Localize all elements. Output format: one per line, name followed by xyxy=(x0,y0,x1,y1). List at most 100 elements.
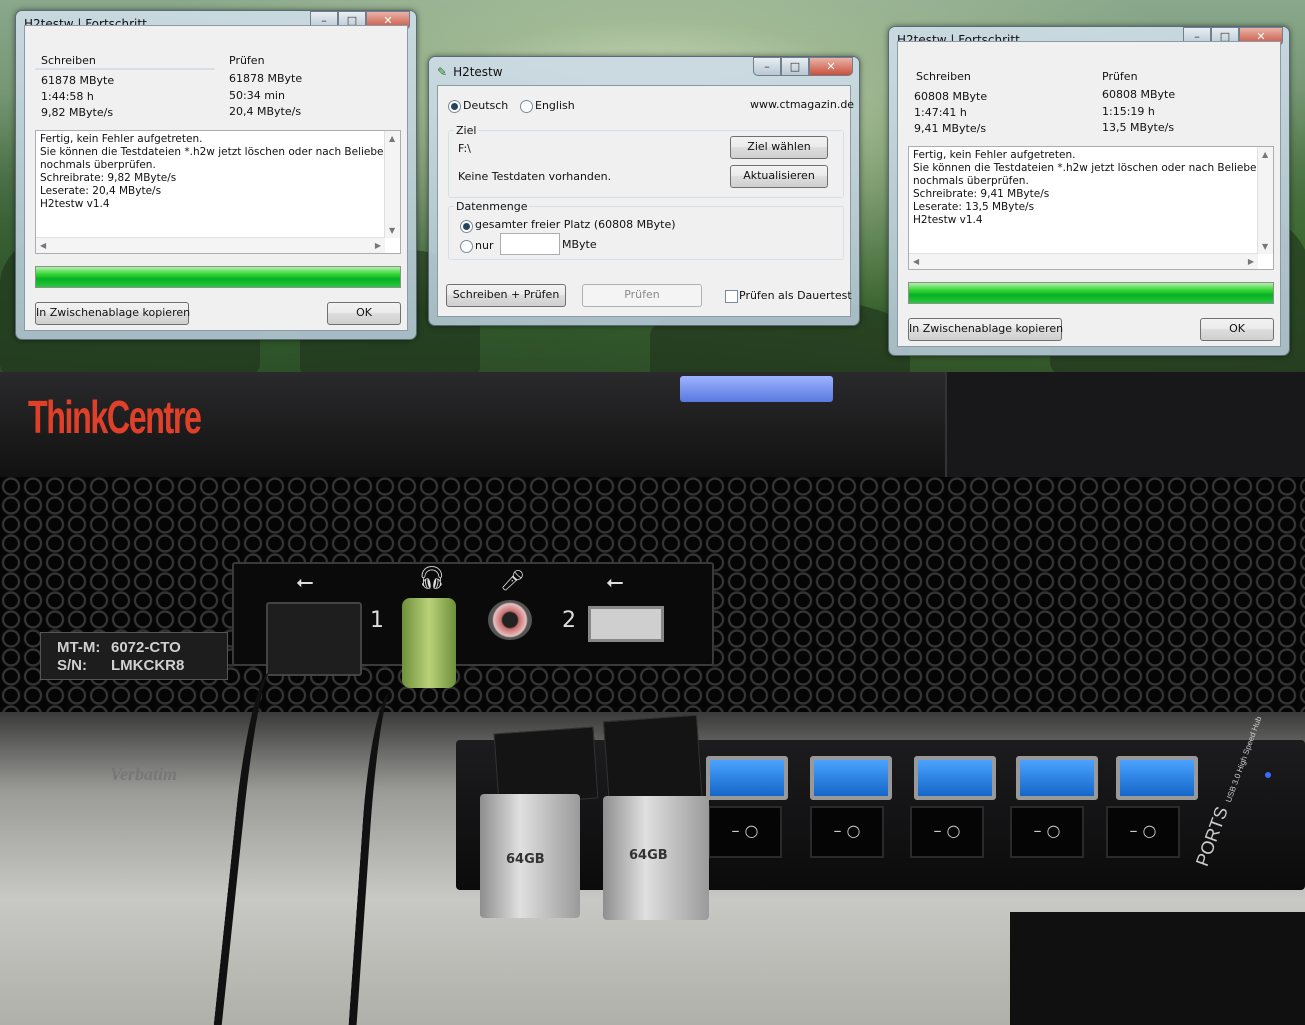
progress-window-right: H2testw | Fortschritt – □ ✕ Schreiben 60… xyxy=(888,26,1290,356)
all-space-radio[interactable] xyxy=(460,220,473,233)
endless-test-checkbox[interactable] xyxy=(725,290,738,303)
copy-to-clipboard-button[interactable]: In Zwischenablage kopieren xyxy=(35,302,190,325)
serial-number-value: LMKCKR8 xyxy=(111,657,185,674)
scroll-right-icon[interactable]: ▶ xyxy=(1248,257,1254,266)
amount-group-label: Datenmenge xyxy=(454,200,530,213)
brand-logo: ThinkCentre xyxy=(28,391,202,443)
log-line: Fertig, kein Fehler aufgetreten. xyxy=(913,149,1076,161)
headphone-icon: 🎧︎ xyxy=(418,566,446,591)
window-client-area: Schreiben 61878 MByte 1:44:58 h 9,82 MBy… xyxy=(24,25,408,331)
ok-button[interactable]: OK xyxy=(327,302,401,325)
write-label: Schreiben xyxy=(916,70,971,83)
usb-stick: 64GB xyxy=(480,794,580,918)
log-line: Sie können die Testdateien *.h2w jetzt l… xyxy=(913,162,1264,174)
log-line: Sie können die Testdateien *.h2w jetzt l… xyxy=(40,146,391,158)
port-number-2: 2 xyxy=(562,608,576,633)
log-line: H2testw v1.4 xyxy=(40,198,110,210)
scroll-up-icon[interactable]: ▲ xyxy=(389,134,395,143)
write-size: 60808 MByte xyxy=(914,90,988,103)
write-verify-button[interactable]: Schreiben + Prüfen xyxy=(446,284,566,307)
usb-icon: ⭠ xyxy=(606,570,624,595)
refresh-button[interactable]: Aktualisieren xyxy=(730,165,828,188)
vertical-scrollbar[interactable]: ▲ ▼ xyxy=(1257,147,1273,254)
horizontal-scrollbar[interactable]: ◀ ▶ xyxy=(36,237,385,253)
usb-icon: ⭠ xyxy=(296,570,314,595)
usb-port xyxy=(588,606,664,642)
scroll-down-icon[interactable]: ▼ xyxy=(1262,242,1268,251)
verbatim-logo: Verbatim xyxy=(110,764,178,784)
progress-window-left: H2testw | Fortschritt – □ ✕ Schreiben 61… xyxy=(15,10,417,340)
scroll-left-icon[interactable]: ◀ xyxy=(913,257,919,266)
log-line: Leserate: 13,5 MByte/s xyxy=(913,201,1035,213)
serial-number-label: S/N: xyxy=(57,657,87,674)
target-group-label: Ziel xyxy=(454,124,479,137)
hub-switch: – ○ xyxy=(810,806,884,858)
hub-port xyxy=(706,756,788,800)
result-log[interactable]: Fertig, kein Fehler aufgetreten. Sie kön… xyxy=(908,146,1274,270)
language-deutsch-radio[interactable] xyxy=(448,100,461,113)
hub-port xyxy=(914,756,996,800)
mtm-value: 6072-CTO xyxy=(111,639,181,656)
vertical-scrollbar[interactable]: ▲ ▼ xyxy=(384,131,400,238)
mbyte-amount-input[interactable] xyxy=(500,233,560,255)
scroll-up-icon[interactable]: ▲ xyxy=(1262,150,1268,159)
scroll-left-icon[interactable]: ◀ xyxy=(40,241,46,250)
mtm-label: MT-M: xyxy=(57,639,101,656)
language-english-label[interactable]: English xyxy=(535,99,575,112)
close-button[interactable]: ✕ xyxy=(809,57,853,76)
language-english-radio[interactable] xyxy=(520,100,533,113)
log-line: nochmals überprüfen. xyxy=(40,159,156,171)
verify-label: Prüfen xyxy=(229,54,265,67)
hub-switch: – ○ xyxy=(910,806,984,858)
write-time: 1:44:58 h xyxy=(41,90,94,103)
main-window: ✎ H2testw – □ ✕ Deutsch English www.ctmag… xyxy=(428,56,860,326)
maximize-button[interactable]: □ xyxy=(781,57,809,76)
microphone-icon: 🎤︎ xyxy=(500,568,526,592)
copy-to-clipboard-button[interactable]: In Zwischenablage kopieren xyxy=(908,318,1063,341)
window-client-area: Schreiben 60808 MByte 1:47:41 h 9,41 MBy… xyxy=(897,41,1281,347)
result-log[interactable]: Fertig, kein Fehler aufgetreten. Sie kön… xyxy=(35,130,401,254)
only-radio[interactable] xyxy=(460,240,473,253)
log-line: Fertig, kein Fehler aufgetreten. xyxy=(40,133,203,145)
choose-target-button[interactable]: Ziel wählen xyxy=(730,136,828,159)
only-label[interactable]: nur xyxy=(475,239,493,252)
website-link[interactable]: www.ctmagazin.de xyxy=(750,98,854,111)
app-icon: ✎ xyxy=(437,65,448,79)
hub-port xyxy=(810,756,892,800)
power-indicator xyxy=(680,376,833,402)
horizontal-scrollbar[interactable]: ◀ ▶ xyxy=(909,253,1258,269)
log-line: Leserate: 20,4 MByte/s xyxy=(40,185,162,197)
minimize-button[interactable]: – xyxy=(753,57,781,76)
hub-switch: – ○ xyxy=(708,806,782,858)
speaker xyxy=(1010,912,1305,1025)
window-controls: – □ ✕ xyxy=(753,57,853,76)
write-label: Schreiben xyxy=(41,54,96,67)
progress-fill xyxy=(909,283,1273,303)
write-size: 61878 MByte xyxy=(41,74,115,87)
language-deutsch-label[interactable]: Deutsch xyxy=(463,99,508,112)
ok-button[interactable]: OK xyxy=(1200,318,1274,341)
verify-time: 50:34 min xyxy=(229,89,285,102)
mbyte-unit-label: MByte xyxy=(562,238,597,251)
verify-size: 61878 MByte xyxy=(229,72,303,85)
progress-bar xyxy=(35,266,401,288)
verify-rate: 13,5 MByte/s xyxy=(1102,121,1175,134)
usb-stick-capacity: 64GB xyxy=(506,852,545,867)
verify-button[interactable]: Prüfen xyxy=(582,284,702,307)
scroll-right-icon[interactable]: ▶ xyxy=(375,241,381,250)
hub-switch: – ○ xyxy=(1106,806,1180,858)
usb-plug xyxy=(266,602,362,676)
log-line: Schreibrate: 9,82 MByte/s xyxy=(40,172,177,184)
log-line: Schreibrate: 9,41 MByte/s xyxy=(913,188,1050,200)
scroll-down-icon[interactable]: ▼ xyxy=(389,226,395,235)
verify-time: 1:15:19 h xyxy=(1102,105,1155,118)
window-client-area: Deutsch English www.ctmagazin.de Ziel F:… xyxy=(437,85,854,317)
verify-size: 60808 MByte xyxy=(1102,88,1176,101)
endless-test-label[interactable]: Prüfen als Dauertest xyxy=(739,289,852,302)
all-space-label[interactable]: gesamter freier Platz (60808 MByte) xyxy=(475,218,676,231)
pc-case-panel xyxy=(945,372,1305,487)
hub-port xyxy=(1016,756,1098,800)
mic-port xyxy=(488,600,532,640)
window-title: ✎ H2testw xyxy=(437,65,503,79)
progress-bar xyxy=(908,282,1274,304)
